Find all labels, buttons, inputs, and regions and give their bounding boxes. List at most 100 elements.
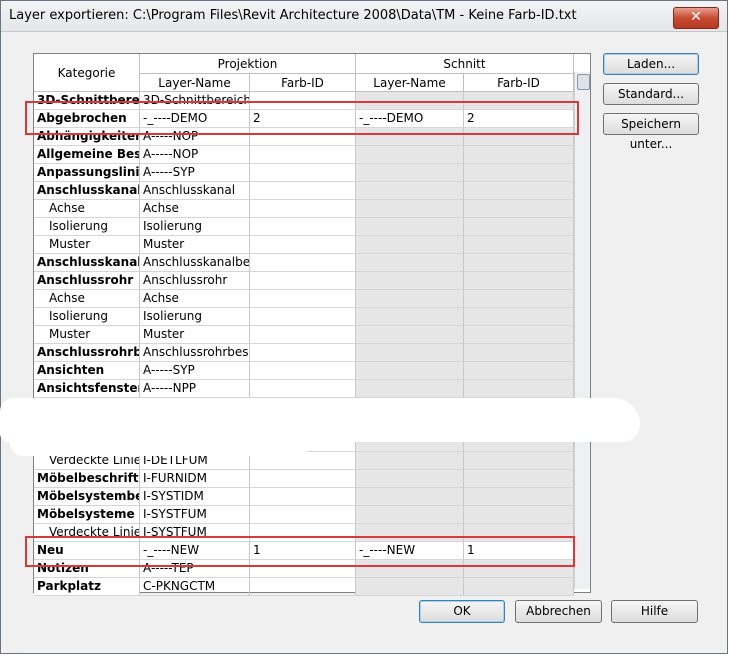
projection-color-id-cell[interactable] (250, 308, 356, 326)
projection-layer-name-cell[interactable]: Muster (140, 326, 250, 344)
table-row[interactable]: Isolierung Isolierung (34, 218, 574, 236)
section-layer-name-cell[interactable] (356, 578, 464, 596)
projection-color-id-cell[interactable] (250, 362, 356, 380)
projection-layer-name-cell[interactable]: A-----NPP (140, 380, 250, 398)
table-row[interactable]: Allgemeine BeschA-----NOP (34, 146, 574, 164)
projection-color-id-cell[interactable] (250, 272, 356, 290)
projection-layer-name-cell[interactable]: Achse (140, 200, 250, 218)
projection-color-id-cell[interactable] (250, 164, 356, 182)
section-layer-name-cell[interactable] (356, 200, 464, 218)
table-row[interactable]: Anschlussrohr Anschlussrohr (34, 272, 574, 290)
section-color-id-cell[interactable] (464, 290, 574, 308)
section-layer-name-cell[interactable] (356, 380, 464, 398)
projection-layer-name-cell[interactable]: I-FURNIDM (140, 470, 250, 488)
section-layer-name-cell[interactable] (356, 344, 464, 362)
table-row[interactable]: Möbelsysteme I-SYSTFUM (34, 506, 574, 524)
projection-layer-name-cell[interactable]: Achse (140, 290, 250, 308)
table-row[interactable]: Achse Achse (34, 290, 574, 308)
section-layer-name-cell[interactable] (356, 236, 464, 254)
section-layer-name-cell[interactable] (356, 254, 464, 272)
table-row[interactable]: Ansichtsfenster A-----NPP (34, 380, 574, 398)
projection-layer-name-cell[interactable]: Muster (140, 236, 250, 254)
section-color-id-cell[interactable] (464, 452, 574, 470)
section-layer-name-cell[interactable] (356, 326, 464, 344)
projection-color-id-cell[interactable] (250, 236, 356, 254)
section-layer-name-cell[interactable] (356, 308, 464, 326)
projection-layer-name-cell[interactable]: A-----SYP (140, 164, 250, 182)
projection-layer-name-cell[interactable]: Isolierung (140, 218, 250, 236)
projection-layer-name-cell[interactable]: Isolierung (140, 308, 250, 326)
ok-button[interactable]: OK (419, 600, 505, 623)
projection-color-id-cell[interactable] (250, 326, 356, 344)
vertical-scrollbar[interactable] (574, 72, 590, 589)
section-color-id-cell[interactable] (464, 344, 574, 362)
close-button[interactable]: ✕ (673, 7, 719, 29)
projection-color-id-cell[interactable] (250, 146, 356, 164)
section-layer-name-cell[interactable] (356, 506, 464, 524)
section-layer-name-cell[interactable] (356, 452, 464, 470)
section-color-id-cell[interactable] (464, 578, 574, 596)
table-row[interactable]: Isolierung Isolierung (34, 308, 574, 326)
load-button[interactable]: Laden... (603, 53, 699, 75)
section-color-id-cell[interactable] (464, 200, 574, 218)
section-color-id-cell[interactable] (464, 380, 574, 398)
section-color-id-cell[interactable] (464, 254, 574, 272)
projection-layer-name-cell[interactable]: Anschlussrohrbesc (140, 344, 250, 362)
table-row[interactable]: Anpassungslinie A-----SYP (34, 164, 574, 182)
table-row[interactable]: MöbelsystembescI-SYSTIDM (34, 488, 574, 506)
projection-color-id-cell[interactable] (250, 182, 356, 200)
table-row[interactable]: Ansichten A-----SYP (34, 362, 574, 380)
section-color-id-cell[interactable] (464, 236, 574, 254)
projection-color-id-cell[interactable] (250, 578, 356, 596)
save-as-button[interactable]: Speichern unter... (603, 113, 699, 151)
table-row[interactable]: Muster Muster (34, 236, 574, 254)
section-color-id-cell[interactable] (464, 272, 574, 290)
projection-color-id-cell[interactable] (250, 254, 356, 272)
section-color-id-cell[interactable] (464, 506, 574, 524)
projection-layer-name-cell[interactable]: I-SYSTFUM (140, 506, 250, 524)
section-layer-name-cell[interactable] (356, 146, 464, 164)
table-row[interactable]: AnschlusskanalbesAnschlusskanalbes (34, 254, 574, 272)
cancel-button[interactable]: Abbrechen (515, 600, 602, 623)
projection-layer-name-cell[interactable]: A-----NOP (140, 146, 250, 164)
projection-layer-name-cell[interactable]: Anschlussrohr (140, 272, 250, 290)
section-layer-name-cell[interactable] (356, 290, 464, 308)
projection-layer-name-cell[interactable]: C-PKNGCTM (140, 578, 250, 596)
projection-layer-name-cell[interactable]: I-SYSTIDM (140, 488, 250, 506)
section-color-id-cell[interactable] (464, 182, 574, 200)
projection-color-id-cell[interactable] (250, 290, 356, 308)
projection-layer-name-cell[interactable]: Anschlusskanalbes (140, 254, 250, 272)
section-layer-name-cell[interactable] (356, 362, 464, 380)
title-bar[interactable]: Layer exportieren: C:\Program Files\Revi… (1, 1, 727, 32)
projection-color-id-cell[interactable] (250, 380, 356, 398)
section-layer-name-cell[interactable] (356, 272, 464, 290)
projection-color-id-cell[interactable] (250, 344, 356, 362)
section-color-id-cell[interactable] (464, 146, 574, 164)
section-color-id-cell[interactable] (464, 470, 574, 488)
help-button[interactable]: Hilfe (611, 600, 698, 623)
section-layer-name-cell[interactable] (356, 182, 464, 200)
table-row[interactable]: Achse Achse (34, 200, 574, 218)
projection-color-id-cell[interactable] (250, 470, 356, 488)
section-color-id-cell[interactable] (464, 164, 574, 182)
projection-layer-name-cell[interactable]: A-----SYP (140, 362, 250, 380)
table-row[interactable]: Parkplatz C-PKNGCTM (34, 578, 574, 596)
section-color-id-cell[interactable] (464, 488, 574, 506)
table-row[interactable]: Muster Muster (34, 326, 574, 344)
projection-color-id-cell[interactable] (250, 488, 356, 506)
scrollbar-thumb[interactable] (577, 74, 590, 90)
section-color-id-cell[interactable] (464, 326, 574, 344)
section-layer-name-cell[interactable] (356, 164, 464, 182)
table-row[interactable]: MöbelbeschriftunI-FURNIDM (34, 470, 574, 488)
section-layer-name-cell[interactable] (356, 488, 464, 506)
projection-color-id-cell[interactable] (250, 218, 356, 236)
section-color-id-cell[interactable] (464, 308, 574, 326)
projection-color-id-cell[interactable] (250, 506, 356, 524)
section-layer-name-cell[interactable] (356, 470, 464, 488)
table-row[interactable]: AnschlussrohrbescAnschlussrohrbesc (34, 344, 574, 362)
section-layer-name-cell[interactable] (356, 218, 464, 236)
standard-button[interactable]: Standard... (603, 83, 699, 105)
section-color-id-cell[interactable] (464, 218, 574, 236)
section-color-id-cell[interactable] (464, 362, 574, 380)
projection-color-id-cell[interactable] (250, 200, 356, 218)
